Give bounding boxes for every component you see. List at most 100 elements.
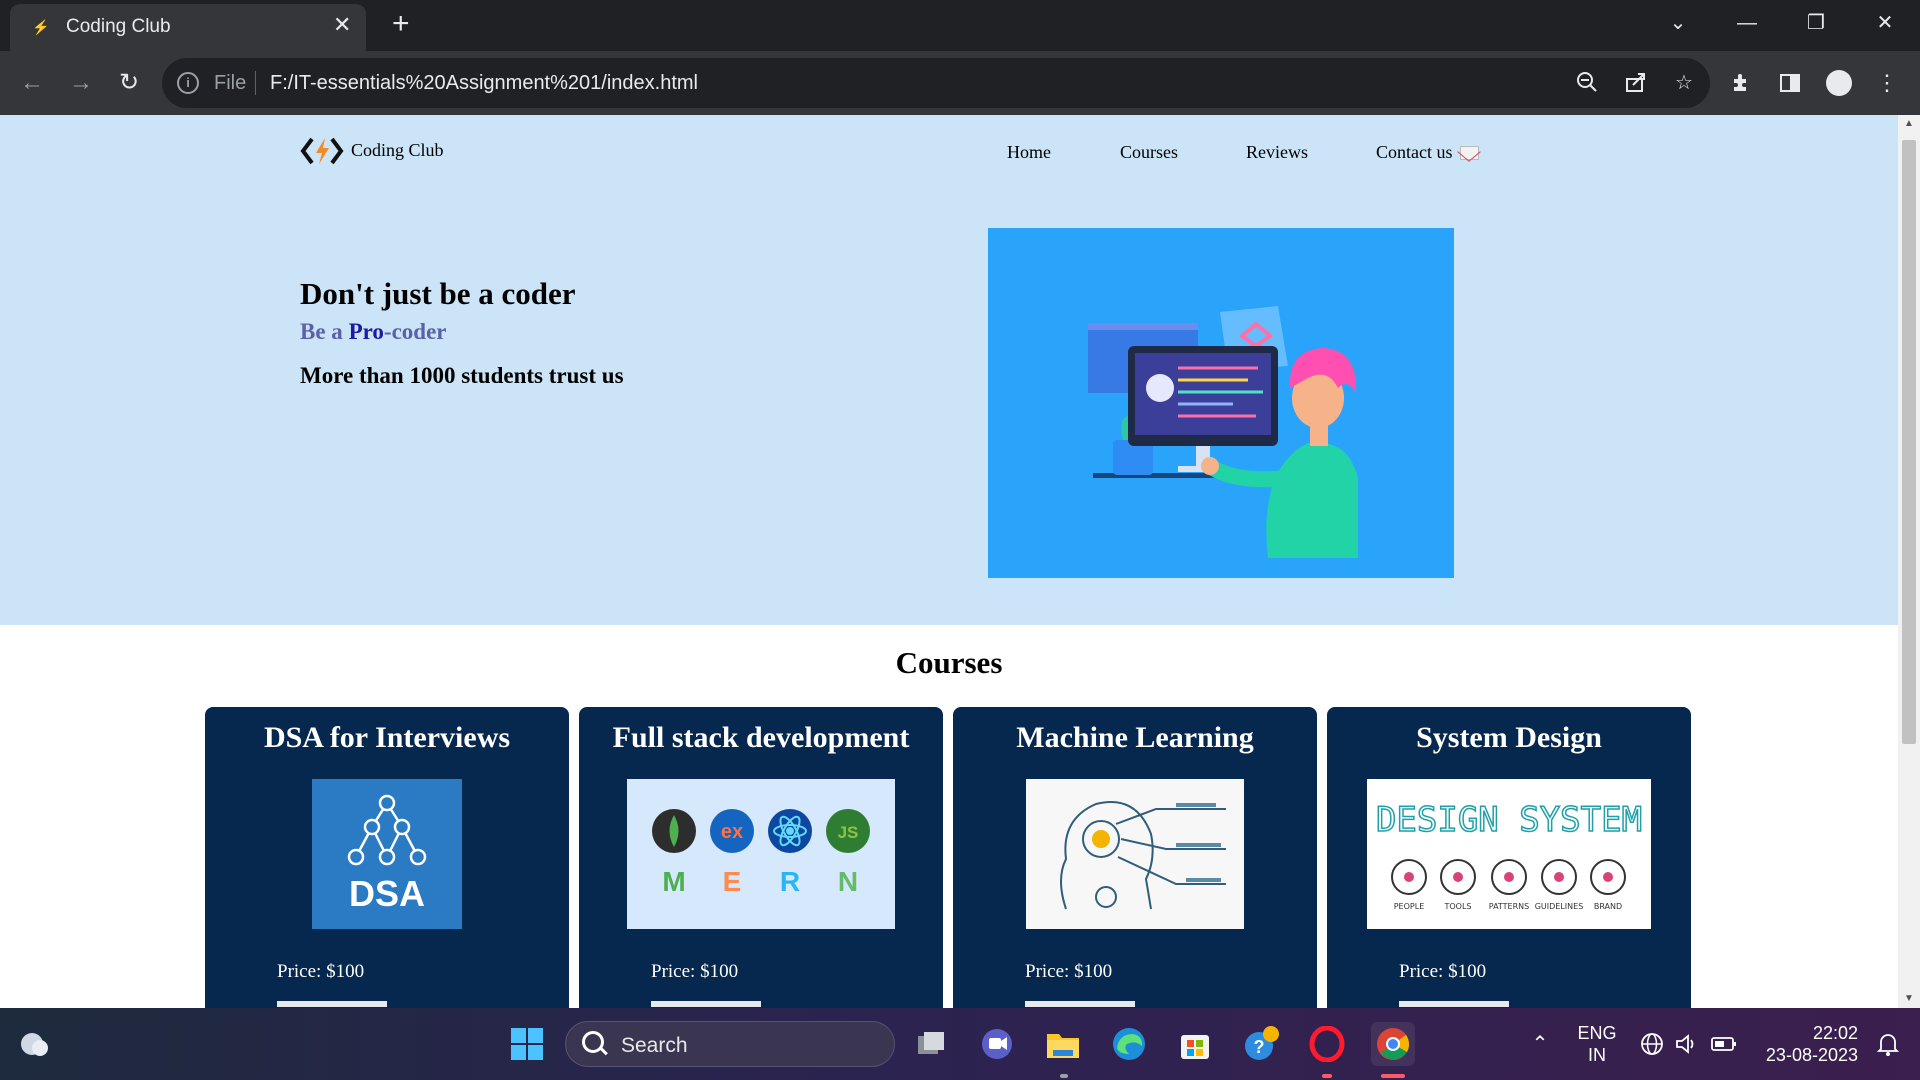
course-price: Price: $100: [1025, 961, 1113, 982]
tab-search-icon[interactable]: ⌄: [1655, 6, 1701, 40]
coding-club-favicon-icon: ⚡: [32, 19, 50, 35]
ai-head-circuit-icon: [1060, 801, 1226, 910]
ml-course-image: [1026, 779, 1244, 929]
logo-text: Coding Club: [351, 140, 444, 160]
code-bolt-logo-icon: [300, 137, 344, 165]
mern-stack-logos: ex JS M E R N: [652, 809, 870, 897]
nav-courses-link[interactable]: Courses: [1120, 142, 1178, 163]
windows-start-icon[interactable]: [505, 1022, 549, 1066]
ds-label-brand: BRAND: [1594, 902, 1622, 911]
ds-label-tools: TOOLS: [1443, 902, 1471, 911]
mern-letter-r: R: [780, 866, 800, 897]
bookmark-star-icon[interactable]: ☆: [1671, 70, 1697, 96]
forward-icon[interactable]: →: [63, 65, 99, 101]
clock-time: 22:02: [1812, 1023, 1858, 1043]
course-card-dsa[interactable]: DSA for Interviews DSA Price: $100: [205, 707, 569, 1008]
taskbar-search-box[interactable]: Search: [565, 1021, 895, 1067]
nav-home-link[interactable]: Home: [1007, 142, 1051, 163]
mern-letter-m: M: [662, 866, 685, 897]
notifications-bell-icon[interactable]: [1866, 1022, 1910, 1066]
url-scheme-label: File: [214, 72, 247, 94]
region-code: IN: [1588, 1045, 1606, 1065]
nav-reviews-link[interactable]: Reviews: [1246, 142, 1308, 163]
zoom-out-icon[interactable]: [1574, 70, 1600, 96]
scroll-thumb[interactable]: [1902, 140, 1916, 744]
hero-illustration: [988, 228, 1454, 578]
url-separator: [255, 71, 256, 95]
hero-headline: Don't just be a coder: [300, 276, 576, 311]
course-title: System Design: [1416, 721, 1602, 754]
show-hidden-icons-chevron-icon[interactable]: ⌃: [1518, 1022, 1562, 1066]
hero-trust-text: More than 1000 students trust us: [300, 363, 624, 388]
tab-title: Coding Club: [66, 16, 171, 37]
new-tab-button[interactable]: +: [392, 9, 410, 39]
course-price: Price: $100: [277, 961, 365, 982]
clock-date: 23-08-2023: [1765, 1045, 1858, 1065]
browser-tab-active[interactable]: ⚡ Coding Club ✕: [10, 4, 366, 51]
browser-toolbar: ← → ↻ i File F:/IT-essentials%20Assignme…: [0, 51, 1920, 115]
opera-browser-icon[interactable]: [1305, 1022, 1349, 1066]
menu-kebab-icon[interactable]: ⋮: [1869, 65, 1905, 101]
page-viewport: Coding Club Home Courses Reviews Contact…: [0, 115, 1898, 1008]
search-icon: [582, 1031, 604, 1053]
explorer-running-indicator: [1060, 1074, 1068, 1078]
envelope-icon: [1460, 146, 1479, 160]
course-price: Price: $100: [1399, 961, 1487, 982]
scroll-down-arrow-icon[interactable]: ▼: [1898, 990, 1920, 1008]
design-system-sketch-icon: DESIGN SYSTEM PEOPLE TOOLS PATTERNS GUID…: [1375, 799, 1643, 911]
ds-label-guidelines: GUIDELINES: [1535, 902, 1584, 911]
reload-icon[interactable]: ↻: [111, 65, 147, 101]
restore-icon[interactable]: ❐: [1793, 6, 1839, 40]
file-explorer-icon[interactable]: [1041, 1022, 1085, 1066]
profile-avatar-icon[interactable]: [1821, 65, 1857, 101]
window-close-icon[interactable]: ✕: [1862, 6, 1908, 40]
teams-chat-icon[interactable]: [975, 1022, 1019, 1066]
url-text[interactable]: F:/IT-essentials%20Assignment%201/index.…: [270, 72, 698, 95]
developer-at-computer-image: [1088, 306, 1358, 558]
page-scrollbar[interactable]: ▲ ▼: [1898, 115, 1920, 1008]
tagline-pro: Pro: [348, 319, 384, 344]
chrome-browser-icon[interactable]: [1371, 1022, 1415, 1066]
design-system-title-text: DESIGN SYSTEM: [1376, 800, 1642, 840]
task-view-icon[interactable]: [909, 1022, 953, 1066]
course-duration-partial: [651, 991, 761, 1008]
mern-letter-n: N: [838, 866, 858, 897]
dsa-image-text: DSA: [348, 873, 425, 914]
svg-text:?: ?: [1254, 1037, 1265, 1057]
battery-icon[interactable]: [1702, 1022, 1746, 1066]
course-duration-partial: [277, 991, 387, 1008]
nav-contact-link[interactable]: Contact us: [1376, 142, 1453, 163]
course-price: Price: $100: [651, 961, 739, 982]
clock[interactable]: 22:02 23-08-2023: [1758, 1022, 1858, 1066]
edge-browser-icon[interactable]: [1107, 1022, 1151, 1066]
system-design-course-image: DESIGN SYSTEM PEOPLE TOOLS PATTERNS GUID…: [1367, 779, 1651, 929]
weather-widget-icon[interactable]: [12, 1022, 56, 1066]
hero-section: Coding Club Home Courses Reviews Contact…: [0, 115, 1898, 625]
course-card-system-design[interactable]: System Design DESIGN SYSTEM PEOPLE TOOLS…: [1327, 707, 1691, 1008]
tab-close-icon[interactable]: ✕: [333, 13, 351, 37]
course-duration-partial: [1025, 991, 1135, 1008]
language-code: ENG: [1577, 1023, 1617, 1043]
hero-tagline: Be a Pro-coder: [300, 319, 446, 345]
browser-tabstrip: ⚡ Coding Club ✕ + ⌄ — ❐ ✕: [0, 0, 1920, 51]
ds-label-patterns: PATTERNS: [1489, 902, 1529, 911]
mern-letter-e: E: [723, 866, 742, 897]
input-language-indicator[interactable]: ENG IN: [1574, 1022, 1620, 1066]
course-card-full-stack[interactable]: Full stack development ex JS M E R N Pri…: [579, 707, 943, 1008]
scroll-up-arrow-icon[interactable]: ▲: [1898, 115, 1920, 133]
site-info-icon[interactable]: i: [177, 72, 199, 94]
express-badge-text: ex: [721, 821, 743, 843]
minimize-icon[interactable]: —: [1724, 6, 1770, 40]
address-bar[interactable]: i File F:/IT-essentials%20Assignment%201…: [162, 58, 1710, 108]
side-panel-icon[interactable]: [1772, 65, 1808, 101]
course-card-machine-learning[interactable]: Machine Learning Price: $100: [953, 707, 1317, 1008]
extensions-icon[interactable]: [1724, 65, 1760, 101]
back-icon[interactable]: ←: [14, 65, 50, 101]
mern-course-image: ex JS M E R N: [627, 779, 895, 929]
taskbar-search-label: Search: [621, 1034, 688, 1057]
get-help-icon[interactable]: ?: [1239, 1022, 1283, 1066]
course-title: Machine Learning: [1016, 721, 1254, 754]
microsoft-store-icon[interactable]: [1173, 1022, 1217, 1066]
share-icon[interactable]: [1623, 70, 1649, 96]
course-duration-partial: [1399, 991, 1509, 1008]
